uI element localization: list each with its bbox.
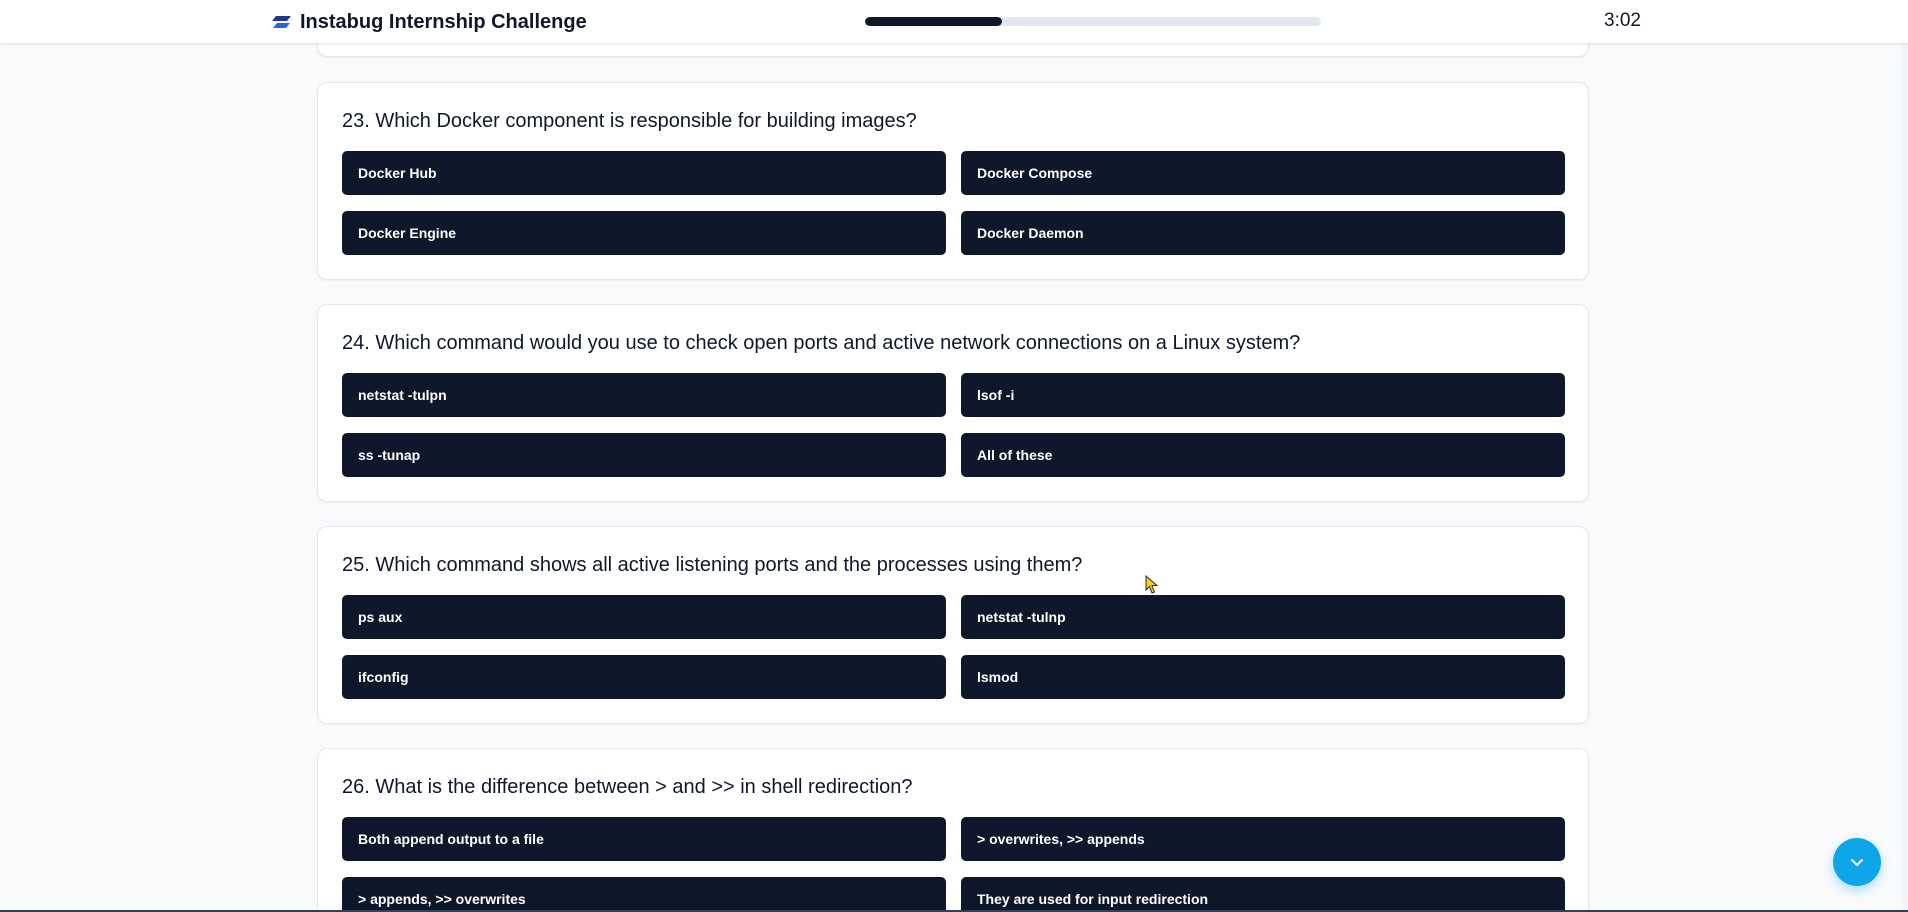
question-title: 25. Which command shows all active liste… <box>342 554 1083 576</box>
chevron-down-icon <box>1851 859 1863 866</box>
question-card: 25. Which command shows all active liste… <box>317 526 1589 724</box>
quiz-progress-fill <box>865 17 1002 26</box>
page-scrollbar[interactable] <box>1902 43 1908 912</box>
answer-option[interactable]: Docker Hub <box>342 151 946 195</box>
instabug-logo-icon <box>272 14 292 30</box>
app-title: Instabug Internship Challenge <box>300 10 587 33</box>
question-title: 23. Which Docker component is responsibl… <box>342 110 917 132</box>
answer-option[interactable]: Both append output to a file <box>342 817 946 861</box>
answer-option[interactable]: Docker Compose <box>961 151 1565 195</box>
question-title: 26. What is the difference between > and… <box>342 776 913 798</box>
scroll-down-button[interactable] <box>1833 838 1881 886</box>
answer-option[interactable]: Docker Engine <box>342 211 946 255</box>
quiz-page: Instabug Internship Challenge 3:02 23. W… <box>0 0 1908 912</box>
question-card: 26. What is the difference between > and… <box>317 748 1589 912</box>
answer-option[interactable]: ps aux <box>342 595 946 639</box>
quiz-progress-bar <box>865 17 1321 26</box>
answer-option[interactable]: > appends, >> overwrites <box>342 877 946 912</box>
answer-option[interactable]: netstat -tulpn <box>342 373 946 417</box>
answer-option[interactable]: ss -tunap <box>342 433 946 477</box>
question-card: 24. Which command would you use to check… <box>317 304 1589 502</box>
question-title: 24. Which command would you use to check… <box>342 332 1301 354</box>
mouse-cursor-icon <box>1145 575 1159 594</box>
top-header: Instabug Internship Challenge 3:02 <box>0 0 1908 43</box>
answer-option[interactable]: They are used for input redirection <box>961 877 1565 912</box>
answer-option[interactable]: lsmod <box>961 655 1565 699</box>
answer-option[interactable]: All of these <box>961 433 1565 477</box>
answer-option[interactable]: > overwrites, >> appends <box>961 817 1565 861</box>
answer-option[interactable]: ifconfig <box>342 655 946 699</box>
answer-option[interactable]: Docker Daemon <box>961 211 1565 255</box>
answer-option[interactable]: netstat -tulnp <box>961 595 1565 639</box>
question-card: 23. Which Docker component is responsibl… <box>317 82 1589 280</box>
answer-option[interactable]: lsof -i <box>961 373 1565 417</box>
brand: Instabug Internship Challenge <box>272 9 587 35</box>
countdown-timer: 3:02 <box>1604 10 1641 31</box>
